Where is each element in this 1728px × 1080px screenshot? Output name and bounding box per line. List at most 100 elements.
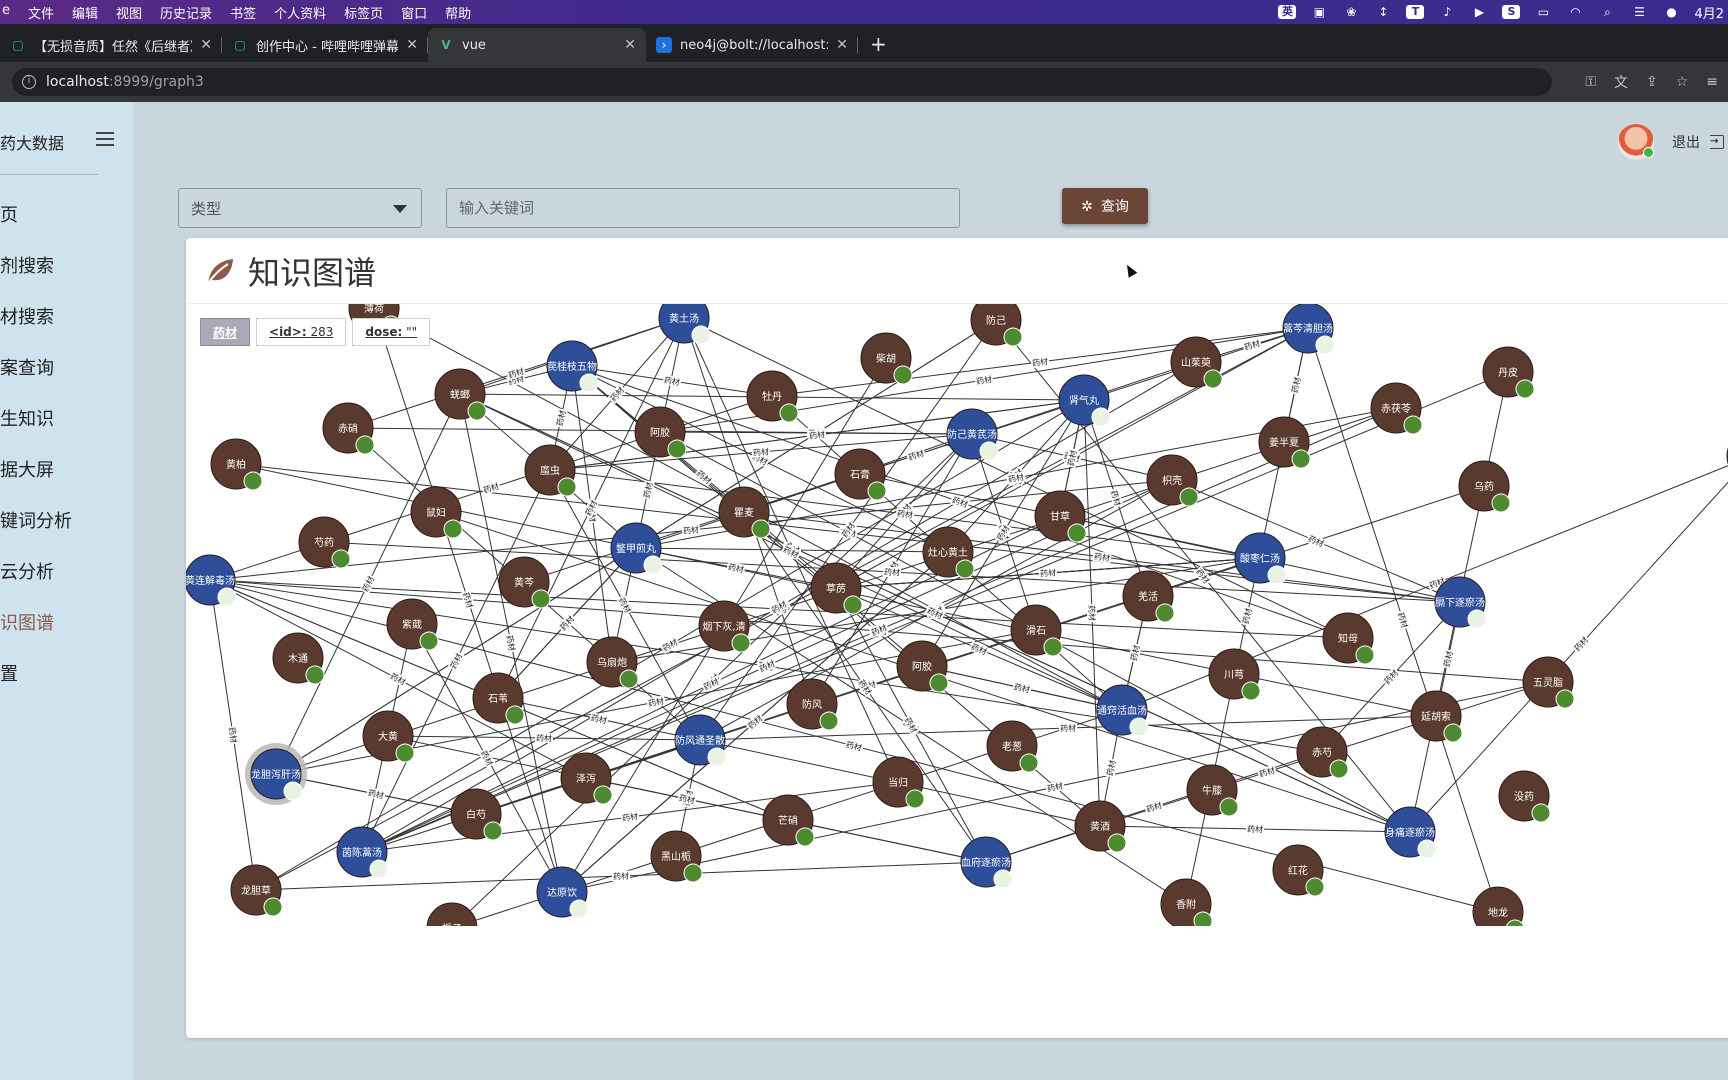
herb-node[interactable]: 灶心黄土 (922, 526, 975, 579)
close-icon[interactable]: ✕ (836, 37, 848, 53)
herb-node[interactable]: 川芎 (1208, 648, 1261, 701)
herb-node[interactable]: 柴胡 (860, 332, 913, 385)
herb-node[interactable]: 姜半夏 (1258, 416, 1311, 469)
herb-node[interactable]: 瞿麦 (718, 486, 771, 539)
herb-node[interactable]: 乌药 (1458, 460, 1511, 513)
herb-node[interactable]: 牛膝 (1186, 764, 1239, 817)
address-bar[interactable]: i localhost:8999/graph3 (12, 68, 1552, 96)
menu-item[interactable]: 标签页 (344, 3, 383, 22)
new-tab-button[interactable]: + (858, 32, 899, 62)
herb-node[interactable]: 赤硝 (322, 402, 375, 455)
herb-node[interactable]: 鼠妇 (410, 486, 463, 539)
logout-icon[interactable]: → (1710, 135, 1724, 149)
sidebar-item[interactable]: 生知识 (0, 392, 72, 443)
herb-node[interactable]: 乌扇炮 (586, 636, 639, 689)
battery-icon[interactable]: ▭ (1534, 5, 1552, 19)
herb-node[interactable]: 没药 (1498, 770, 1551, 823)
herb-node[interactable]: 烟下灰,清 (698, 600, 751, 653)
herb-node[interactable]: 山茱萸 (1170, 336, 1223, 389)
herb-node[interactable]: 防风 (786, 678, 839, 731)
menu-item[interactable]: 书签 (230, 3, 256, 22)
sidebar-item[interactable]: 剂搜索 (0, 239, 72, 290)
share-icon[interactable]: ⇪ (1646, 74, 1658, 90)
formula-node[interactable]: 通窍活血汤 (1096, 684, 1149, 737)
herb-node[interactable]: 阿胶 (896, 640, 949, 693)
sidebar-item[interactable]: 材搜索 (0, 290, 72, 341)
ime-icon[interactable]: 英 (1278, 5, 1297, 19)
graph-svg[interactable]: 药材药材药材药材药材药材药材药材药材药材药材药材药材药材药材药材药材 药材药材药材… (186, 304, 1728, 926)
herb-node[interactable]: 黄芩 (498, 556, 551, 609)
sidebar-item[interactable]: 云分析 (0, 545, 72, 596)
menu-item[interactable]: 编辑 (72, 3, 98, 22)
menu-toggle-icon[interactable] (96, 132, 114, 146)
browser-tab[interactable]: › neo4j@bolt://localhost:7687 - I ✕ (646, 28, 858, 62)
sidebar-item[interactable]: 识图谱 (0, 596, 72, 647)
browser-tab[interactable]: ▢ 【无损音质】任然《后继者》4K ✕ (0, 28, 222, 62)
s-app-icon[interactable]: S (1502, 5, 1521, 19)
herb-node[interactable]: 栀子 (426, 902, 478, 926)
herb-node[interactable]: 大黄 (362, 710, 415, 763)
herb-node[interactable]: 延胡索 (1410, 690, 1463, 743)
keyword-input[interactable] (446, 188, 960, 228)
formula-node[interactable]: 龙胆泻肝汤 (245, 743, 307, 805)
browser-tab[interactable]: Vvue ✕ (428, 28, 646, 62)
formula-node[interactable]: 茵陈蒿汤 (336, 826, 389, 879)
control-center-icon[interactable]: ☰ (1630, 5, 1648, 19)
formula-node[interactable]: 防己黄芪汤 (946, 408, 999, 461)
herb-node[interactable]: 红花 (1272, 844, 1325, 897)
herb-node[interactable]: 葶苈 (810, 562, 863, 615)
menu-item[interactable]: 窗口 (401, 3, 427, 22)
herb-node[interactable]: 泽泻 (560, 752, 613, 805)
browser-tab[interactable]: ▢ 创作中心 - 哔哩哔哩弹幕视频网 ✕ (222, 28, 428, 62)
sidebar-item[interactable]: 页 (0, 188, 72, 239)
formula-node[interactable]: 黄连解毒汤 (186, 554, 237, 607)
herb-node[interactable]: 牡丹 (746, 370, 799, 423)
translate-icon[interactable]: 文 (1614, 72, 1628, 92)
wifi-icon[interactable]: ◠ (1566, 5, 1584, 19)
formula-node[interactable]: 身痛逐瘀汤 (1384, 806, 1437, 859)
spotlight-icon[interactable]: ⌕ (1598, 5, 1616, 19)
play-icon[interactable]: ▶ (1470, 5, 1488, 19)
herb-node[interactable]: 黄酒 (1074, 800, 1127, 853)
menubar-date[interactable]: 4月2 (1694, 3, 1724, 22)
herb-node[interactable]: 当归 (872, 756, 925, 809)
formula-node[interactable]: 蒿芩清胆汤 (1282, 304, 1335, 355)
share-icon[interactable]: ❀ (1342, 5, 1360, 19)
menu-item[interactable]: 文件 (28, 3, 54, 22)
close-icon[interactable]: ✕ (624, 37, 636, 53)
logout-button[interactable]: 退出 (1672, 132, 1700, 152)
formula-node[interactable]: 肾气丸 (1058, 374, 1111, 427)
site-info-icon[interactable]: i (22, 75, 36, 89)
herb-node[interactable]: 知母 (1322, 612, 1375, 665)
formula-node[interactable]: 达原饮 (536, 866, 589, 919)
herb-node[interactable]: 赤茯苓 (1370, 382, 1423, 435)
herb-node[interactable]: 木通 (272, 632, 325, 685)
herb-node[interactable]: 滑石 (1010, 604, 1063, 657)
close-icon[interactable]: ✕ (406, 37, 418, 53)
apple-menu[interactable]: e (2, 3, 10, 22)
menu-item[interactable]: 视图 (116, 3, 142, 22)
herb-node[interactable]: 白芍 (450, 788, 503, 841)
herb-node[interactable]: 地龙 (1472, 886, 1525, 926)
airpods-icon[interactable]: ♪ (1438, 5, 1456, 19)
node-id-chip[interactable]: <id>: 283 (256, 318, 347, 346)
sidebar-item[interactable]: 案查询 (0, 341, 72, 392)
herb-node[interactable]: 芍药 (298, 516, 351, 569)
reading-list-icon[interactable]: ≡ (1706, 74, 1718, 90)
herb-node[interactable]: 芒硝 (762, 794, 815, 847)
resize-icon[interactable]: ↕ (1374, 5, 1392, 19)
herb-node[interactable]: 蜣螂 (434, 368, 487, 421)
siri-icon[interactable]: ● (1662, 5, 1680, 19)
query-button[interactable]: ✲ 查询 (1062, 188, 1148, 224)
screen-record-icon[interactable]: ▣ (1310, 5, 1328, 19)
herb-node[interactable]: 防己 (970, 304, 1023, 347)
formula-node[interactable]: 苠桂枝五物 (546, 340, 599, 393)
herb-node[interactable]: 老葱 (986, 720, 1039, 773)
type-select[interactable]: 类型 (178, 188, 422, 228)
menu-item[interactable]: 帮助 (445, 3, 471, 22)
sidebar-item[interactable]: 据大屏 (0, 443, 72, 494)
herb-node[interactable]: 丹皮 (1482, 346, 1535, 399)
herb-node[interactable]: 阿胶 (634, 406, 687, 459)
sidebar-item[interactable]: 键词分析 (0, 494, 72, 545)
key-icon[interactable]: ⚿ (1585, 74, 1596, 90)
